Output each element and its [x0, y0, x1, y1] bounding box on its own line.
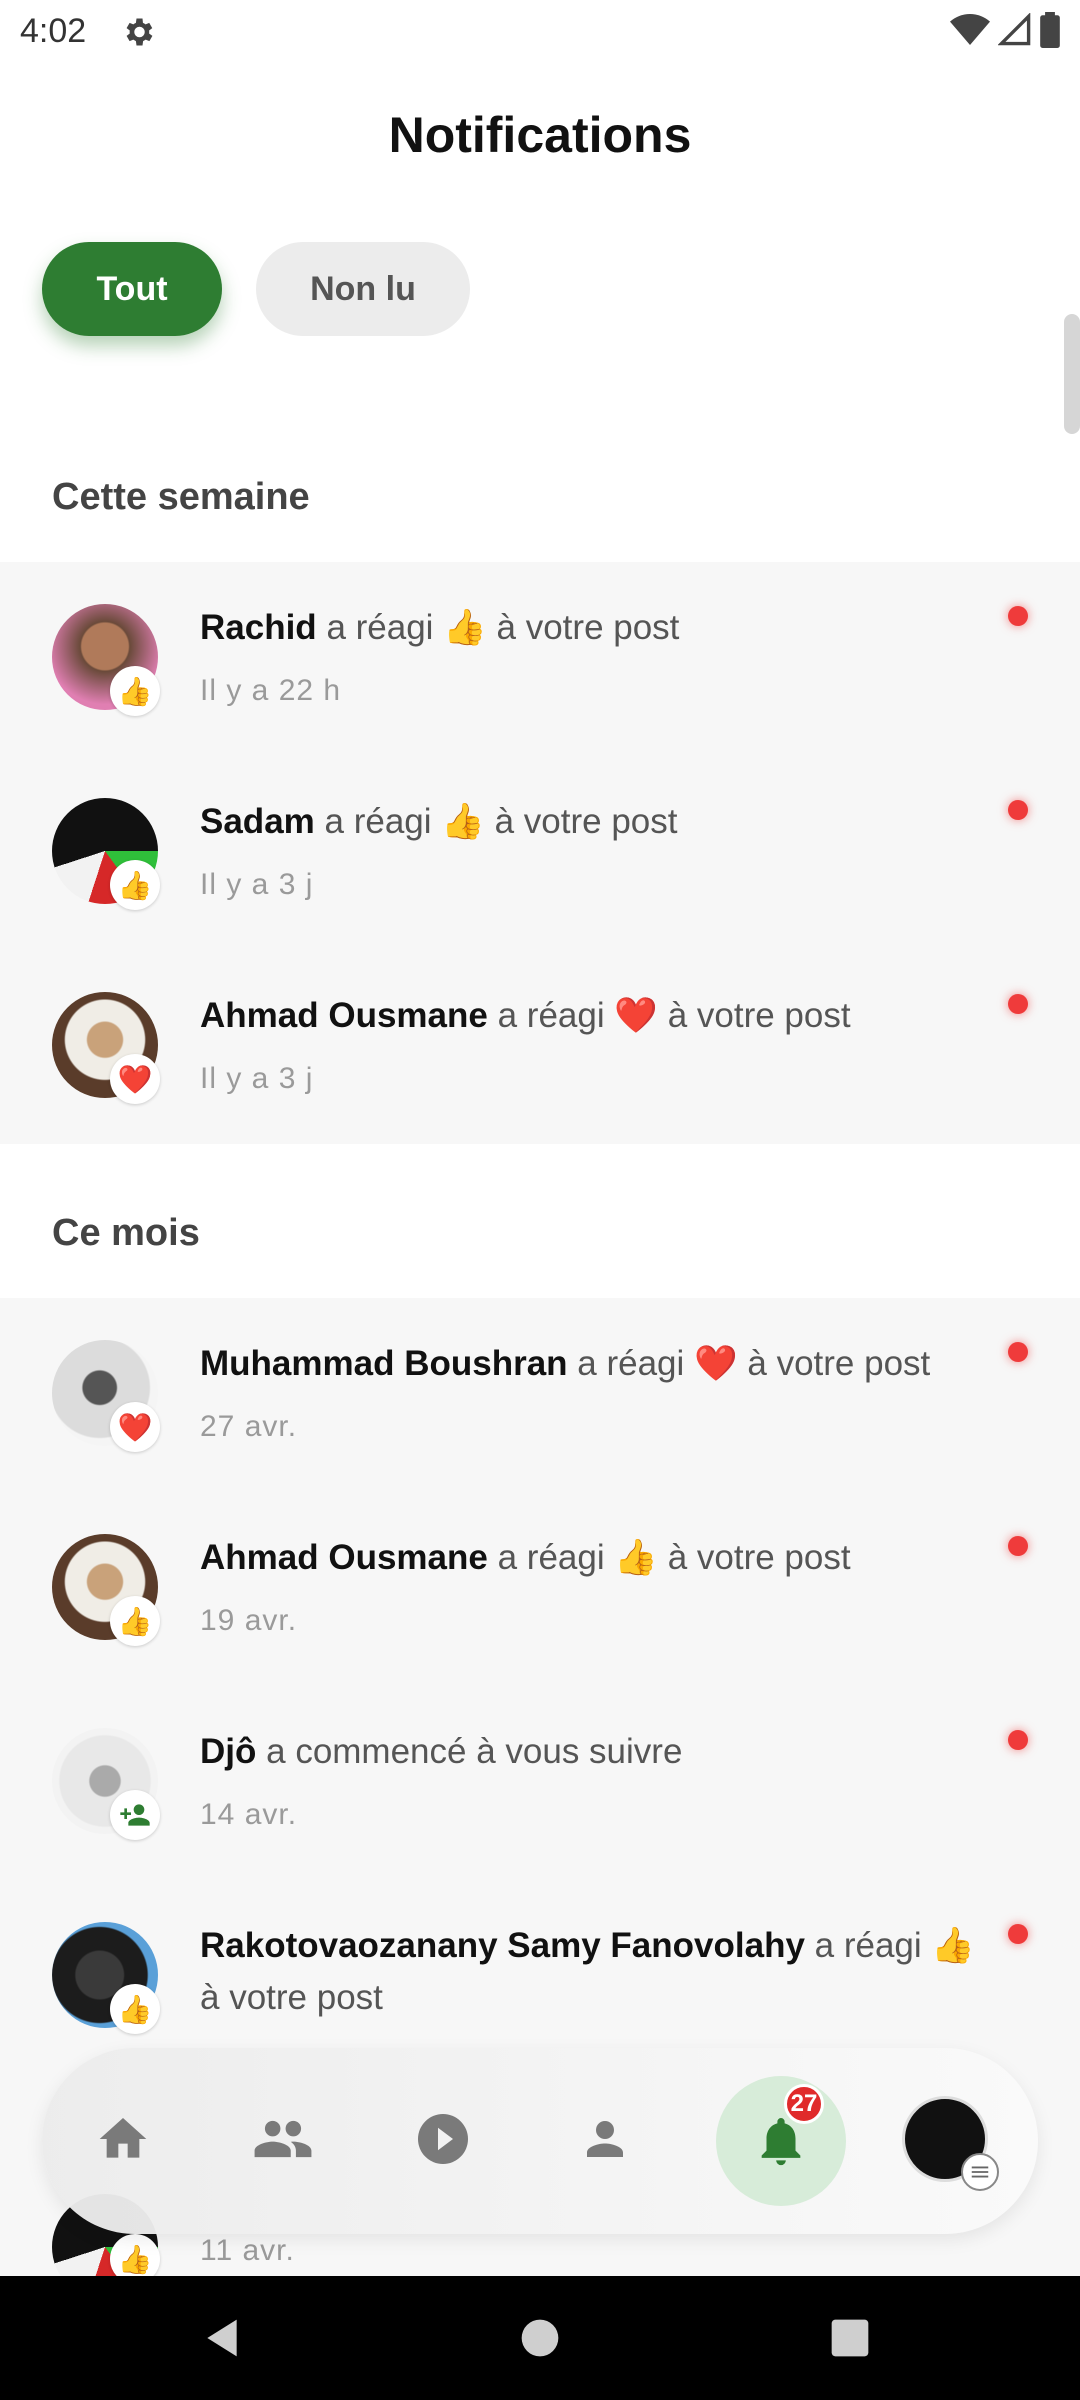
status-icons	[950, 12, 1060, 48]
reaction-badge: 👍	[110, 1596, 160, 1646]
nav-friends-button[interactable]	[228, 2084, 338, 2194]
person-add-icon	[120, 1804, 150, 1826]
recents-square-icon[interactable]	[828, 2316, 872, 2360]
home-circle-icon[interactable]	[518, 2316, 562, 2360]
notification-item[interactable]: Djô a commencé à vous suivre 14 avr.	[0, 1686, 1080, 1880]
notification-time: Il y a 22 h	[200, 674, 342, 707]
notification-time: 19 avr.	[200, 1604, 298, 1637]
status-time: 4:02	[20, 12, 87, 50]
notification-text: Rakotovaozanany Samy Fanovolahy a réagi …	[200, 1926, 976, 2017]
play-circle-icon	[418, 2114, 468, 2164]
notification-item[interactable]: 👍 Sadam a réagi 👍 à votre post Il y a 3 …	[0, 756, 1080, 950]
reaction-badge: 👍	[110, 1984, 160, 2034]
notification-item[interactable]: 👍 Ahmad Ousmane a réagi 👍 à votre post 1…	[0, 1492, 1080, 1686]
unread-dot	[1008, 1342, 1028, 1362]
person-icon	[587, 2121, 623, 2157]
scrollbar[interactable]	[1064, 314, 1080, 434]
bottom-navigation: 27	[42, 2048, 1038, 2234]
unread-dot	[1008, 606, 1028, 626]
notification-text: Ahmad Ousmane a réagi ❤️ à votre post	[200, 996, 851, 1035]
user-name[interactable]: Ahmad Ousmane	[200, 1538, 488, 1577]
notification-text: Ahmad Ousmane a réagi 👍 à votre post	[200, 1538, 851, 1577]
settings-gear-icon	[126, 18, 153, 46]
notification-item[interactable]: 👍 Rakotovaozanany Samy Fanovolahy a réag…	[0, 1880, 1080, 2074]
notification-item[interactable]: ❤️ Ahmad Ousmane a réagi ❤️ à votre post…	[0, 950, 1080, 1144]
battery-icon	[1040, 12, 1060, 48]
user-name[interactable]: Muhammad Boushran	[200, 1344, 568, 1383]
filter-all-chip[interactable]: Tout	[42, 242, 222, 336]
nav-profile-button[interactable]	[550, 2084, 660, 2194]
reaction-badge: 👍	[110, 666, 160, 716]
back-icon[interactable]	[200, 2316, 244, 2360]
reaction-badge: 👍	[110, 860, 160, 910]
wifi-icon	[950, 14, 990, 45]
user-name[interactable]: Sadam	[200, 802, 315, 841]
unread-dot	[1008, 1536, 1028, 1556]
section-title-this-month: Ce mois	[52, 1212, 200, 1254]
user-name[interactable]: Djô	[200, 1732, 256, 1771]
nav-account-button[interactable]	[890, 2084, 1000, 2194]
system-navigation-bar	[0, 2276, 1080, 2400]
notification-item[interactable]: ❤️ Muhammad Boushran a réagi ❤️ à votre …	[0, 1298, 1080, 1492]
status-bar: 4:02	[0, 0, 1080, 64]
unread-dot	[1008, 1730, 1028, 1750]
unread-dot	[1008, 1924, 1028, 1944]
follow-badge	[110, 1790, 160, 1840]
notification-text: Djô a commencé à vous suivre	[200, 1732, 683, 1771]
notification-time: 27 avr.	[200, 1410, 298, 1443]
user-name[interactable]: Ahmad Ousmane	[200, 996, 488, 1035]
home-icon	[99, 2118, 147, 2158]
account-avatar	[902, 2096, 999, 2191]
notification-time: 14 avr.	[200, 1798, 298, 1831]
section-title-this-week: Cette semaine	[52, 476, 310, 518]
cell-signal-icon	[998, 13, 1031, 46]
group-icon	[254, 2120, 312, 2158]
nav-video-button[interactable]	[388, 2084, 498, 2194]
reaction-badge: ❤️	[110, 1402, 160, 1452]
notification-item[interactable]: 👍 Rachid a réagi 👍 à votre post Il y a 2…	[0, 562, 1080, 756]
notification-text: Muhammad Boushran a réagi ❤️ à votre pos…	[200, 1344, 931, 1383]
user-name[interactable]: Rachid	[200, 608, 317, 647]
reaction-badge: 👍	[110, 2234, 160, 2276]
reaction-badge: ❤️	[110, 1054, 160, 1104]
notification-time: Il y a 3 j	[200, 1062, 314, 1095]
page-title: Notifications	[388, 107, 692, 163]
notification-count-badge: 27	[784, 2084, 824, 2124]
user-name[interactable]: Rakotovaozanany Samy Fanovolahy	[200, 1926, 805, 1965]
notification-text: Rachid a réagi 👍 à votre post	[200, 608, 680, 647]
notification-text: Sadam a réagi 👍 à votre post	[200, 802, 678, 841]
menu-icon	[961, 2153, 999, 2191]
nav-notifications-button[interactable]: 27	[716, 2076, 846, 2206]
notification-time: 11 avr.	[200, 2234, 295, 2267]
filter-unread-chip[interactable]: Non lu	[256, 242, 470, 336]
nav-home-button[interactable]	[68, 2084, 178, 2194]
unread-dot	[1008, 994, 1028, 1014]
notification-time: Il y a 3 j	[200, 868, 314, 901]
unread-dot	[1008, 800, 1028, 820]
